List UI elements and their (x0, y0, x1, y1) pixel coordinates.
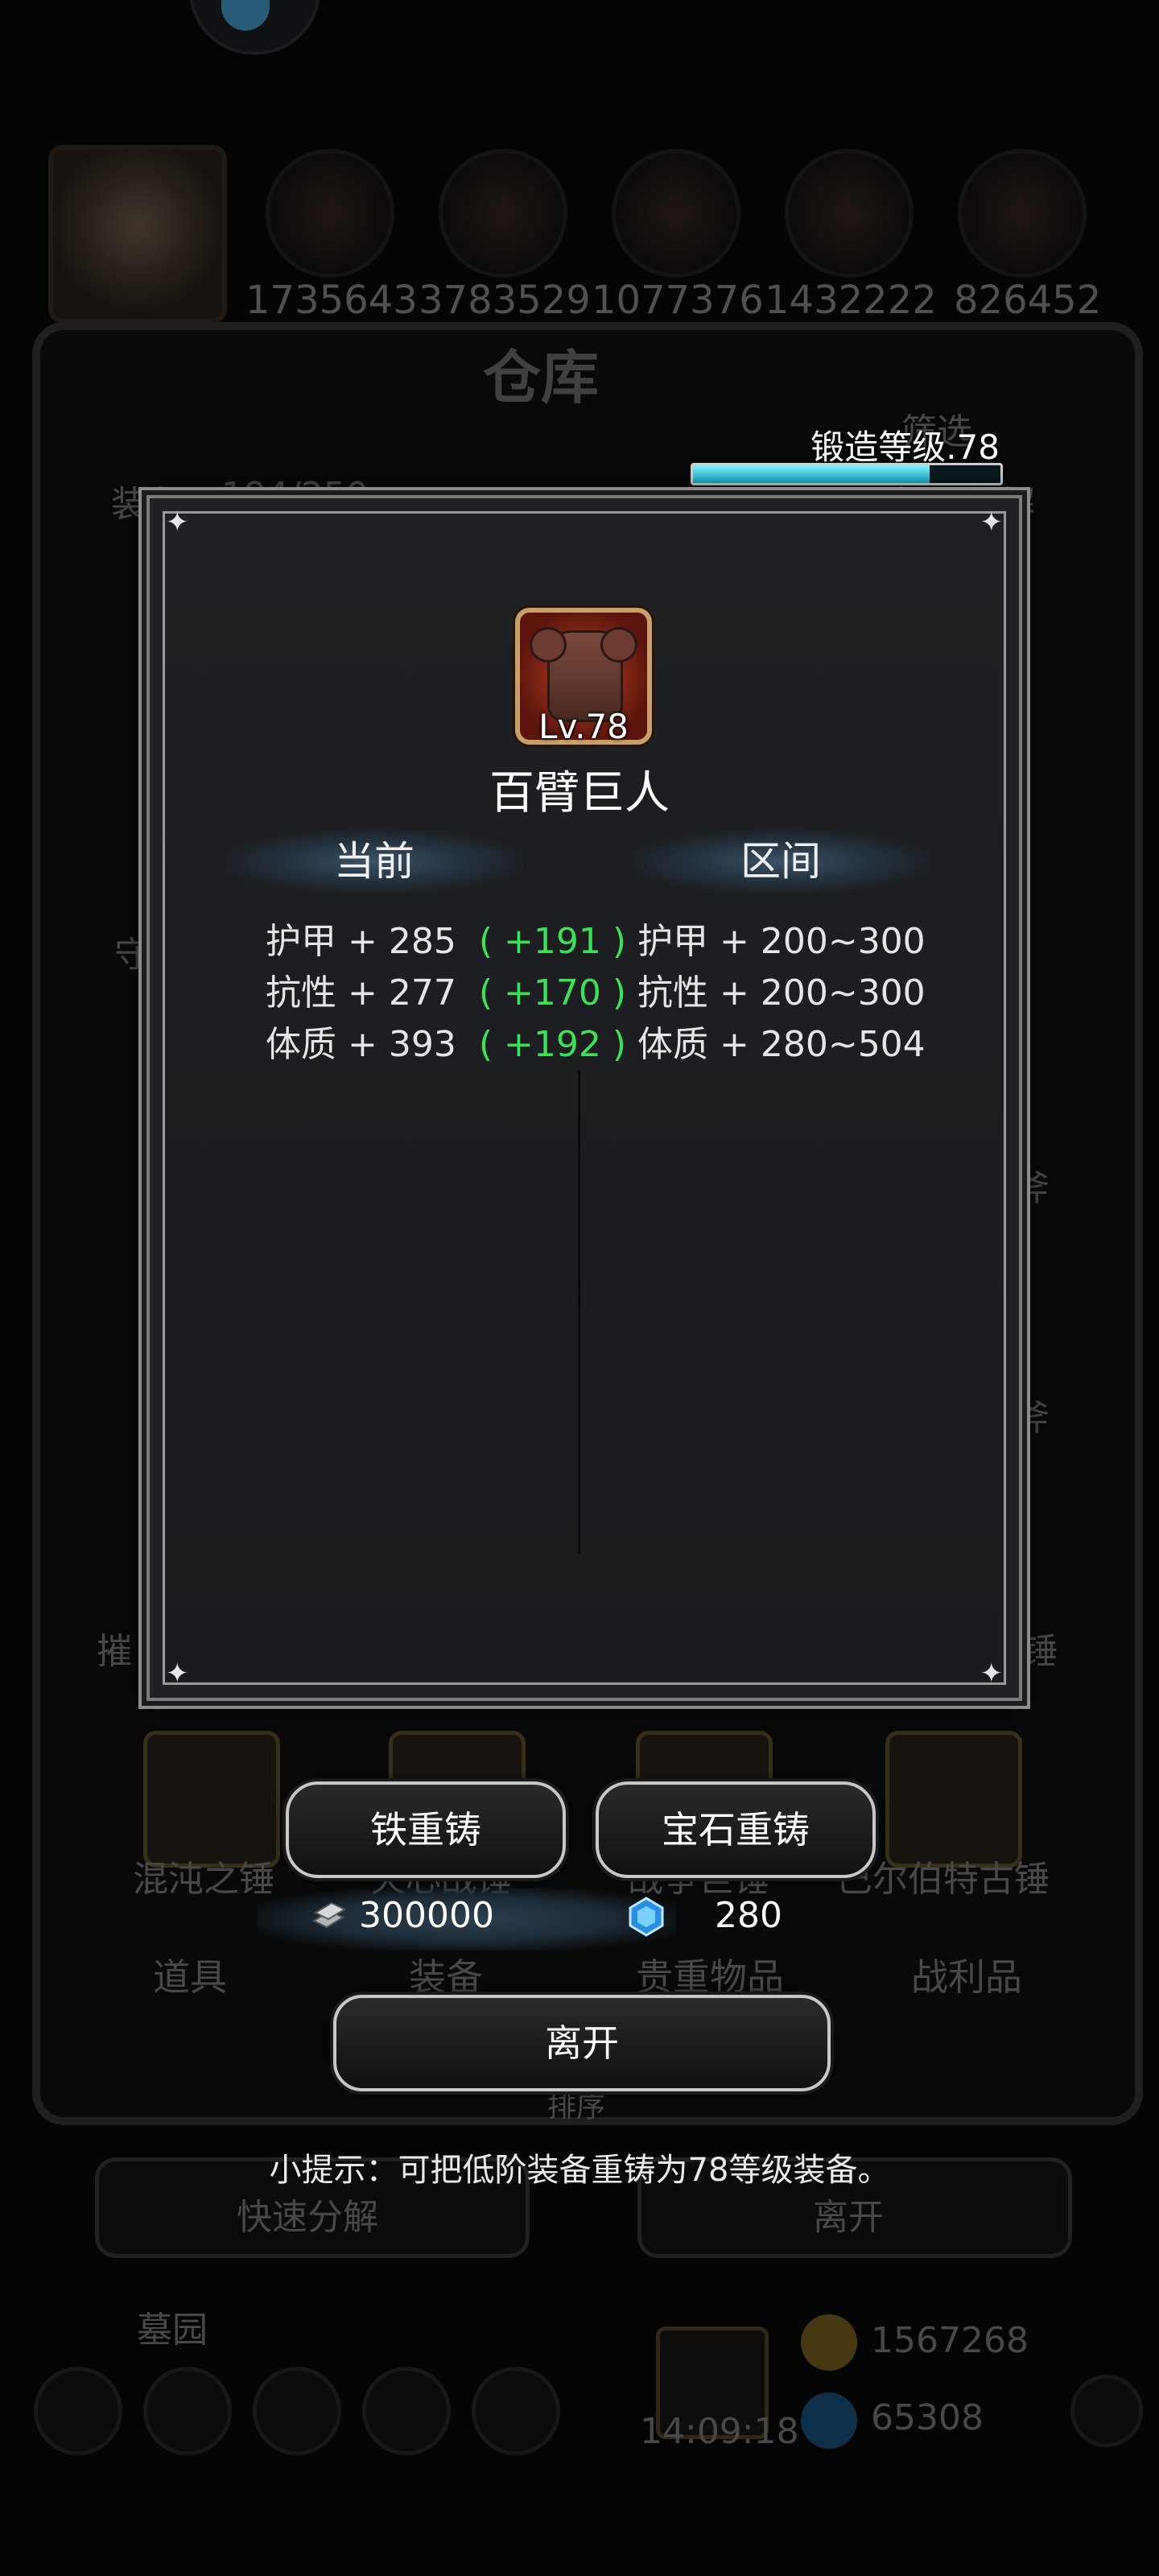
menu-button (362, 2367, 451, 2455)
stat-value: 护甲 + 285 (266, 921, 456, 962)
top-stat: 1432222 (765, 278, 937, 323)
leave-label: 离开 (545, 2021, 619, 2065)
equip-slot-1 (266, 149, 394, 278)
corner-star-icon: ✦ (166, 1657, 189, 1690)
item-name: 百臂巨人 (489, 767, 670, 819)
forge-progress-fill (693, 465, 930, 483)
armor-shoulder-shape (600, 627, 637, 663)
equip-slot-5 (958, 149, 1087, 278)
tab-items: 道具 (153, 1955, 227, 1999)
tab-loot: 战利品 (911, 1955, 1022, 1999)
equip-slot-2 (439, 149, 567, 278)
iron-reforge-button[interactable]: 铁重铸 (286, 1781, 566, 1878)
top-stat: 1735643 (245, 278, 418, 323)
stat-bonus: ( +170 ) (478, 972, 626, 1013)
menu-button (143, 2367, 232, 2455)
equip-slot-4 (785, 149, 914, 278)
gold-coin-icon (801, 2314, 857, 2371)
forge-level-label: 锻造等级.78 (810, 427, 1000, 467)
range-stat-constitution: 体质 + 280~504 (637, 1024, 926, 1065)
iron-cost: 300000 (359, 1895, 494, 1936)
clock: 14:09:18 (640, 2411, 799, 2452)
menu-button (253, 2367, 341, 2455)
current-column-header: 当前 (225, 829, 523, 894)
column-divider (578, 1071, 580, 1554)
armor-shoulder-shape (530, 627, 567, 663)
range-stat-armor: 护甲 + 200~300 (637, 921, 926, 962)
top-stat: 1077376 (592, 278, 764, 323)
corner-star-icon: ✦ (166, 506, 189, 539)
partial-label: 守 (114, 935, 150, 976)
range-column-header: 区间 (632, 829, 930, 894)
gem-amount: 65308 (871, 2397, 984, 2438)
current-stat-constitution: 体质 + 393 ( +192 ) (266, 1015, 626, 1067)
stat-value: 抗性 + 277 (266, 972, 456, 1013)
blue-gem-icon (629, 1897, 664, 1937)
current-stat-armor: 护甲 + 285 ( +191 ) (266, 912, 626, 964)
gem-reforge-label: 宝石重铸 (662, 1808, 810, 1852)
gem-cost: 280 (715, 1895, 782, 1936)
menu-button (34, 2367, 122, 2455)
add-icon (1070, 2375, 1143, 2447)
item-level: Lv.78 (538, 707, 629, 746)
corner-star-icon: ✦ (980, 506, 1004, 539)
iron-ingot-icon (311, 1901, 346, 1929)
current-stat-resistance: 抗性 + 277 ( +170 ) (266, 964, 626, 1015)
gold-amount: 1567268 (871, 2320, 1029, 2361)
item-label: 混沌之锤 (133, 1859, 274, 1900)
range-stat-resistance: 抗性 + 200~300 (637, 972, 926, 1013)
tab-valuables: 贵重物品 (636, 1955, 784, 1999)
warehouse-title: 仓库 (483, 343, 600, 411)
item-slot (143, 1731, 280, 1868)
stat-value: 体质 + 393 (266, 1024, 456, 1065)
menu-button (472, 2367, 560, 2455)
tip-text: 小提示：可把低阶装备重铸为78等级装备。 (269, 2152, 890, 2189)
area-label: 墓园 (137, 2310, 208, 2351)
partial-label: 摧 (97, 1631, 132, 1672)
stat-bonus: ( +191 ) (478, 921, 626, 962)
iron-reforge-label: 铁重铸 (370, 1808, 481, 1852)
tab-equipment: 装备 (409, 1955, 483, 1999)
item-slot (885, 1731, 1022, 1868)
bg-leave-label: 离开 (813, 2197, 884, 2238)
top-stat: 3783529 (419, 278, 591, 323)
top-stat: 826452 (954, 278, 1102, 323)
forge-progress-bar (691, 463, 1003, 485)
gem-reforge-button[interactable]: 宝石重铸 (596, 1781, 876, 1878)
leave-button[interactable]: 离开 (333, 1995, 831, 2091)
avatar (48, 145, 227, 324)
quick-decompose-label: 快速分解 (237, 2197, 378, 2238)
partial-label: 锤 (1022, 1631, 1058, 1672)
corner-star-icon: ✦ (980, 1657, 1004, 1690)
equip-slot-3 (612, 149, 740, 278)
stat-bonus: ( +192 ) (478, 1024, 626, 1065)
gem-currency-icon (801, 2392, 857, 2449)
